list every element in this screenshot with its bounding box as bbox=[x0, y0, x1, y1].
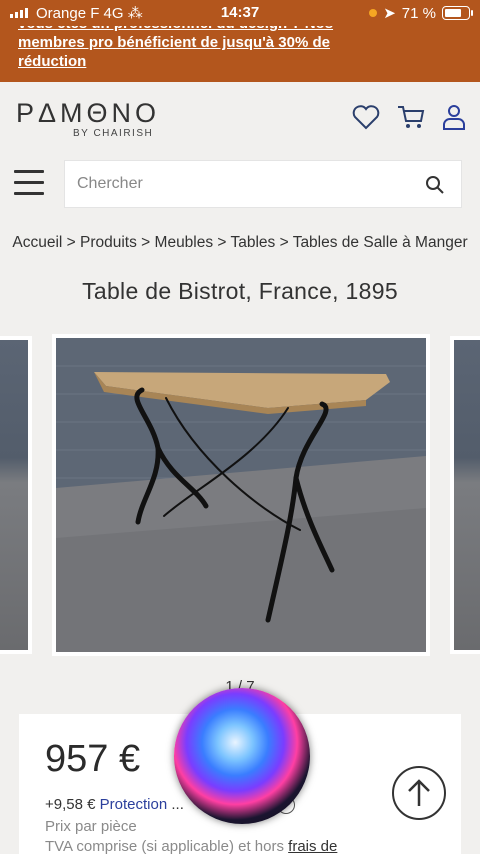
promo-line-2[interactable]: membres pro bénéficient de jusqu'à 30% d… bbox=[18, 33, 462, 52]
shipping-line: +9,58 € Protection ... bbox=[45, 796, 184, 813]
search-row bbox=[0, 158, 480, 210]
privacy-dot-icon bbox=[369, 9, 378, 17]
product-photo-image bbox=[56, 338, 426, 652]
breadcrumb[interactable]: Accueil > Produits > Meubles > Tables > … bbox=[10, 232, 470, 253]
vat-note: TVA comprise (si applicable) et hors fra… bbox=[45, 838, 337, 854]
price: 957 € bbox=[45, 738, 141, 780]
cart-icon[interactable] bbox=[396, 104, 426, 130]
vat-text: TVA comprise (si applicable) et hors bbox=[45, 838, 284, 854]
page-title: Table de Bistrot, France, 1895 bbox=[82, 278, 398, 304]
siri-orb-icon[interactable] bbox=[174, 688, 310, 824]
pamono-logo[interactable]: PΔMΘNO bbox=[16, 98, 160, 129]
shipping-fees-link[interactable]: frais de bbox=[288, 838, 337, 854]
shipping-rest: ... bbox=[171, 796, 184, 813]
battery-label: 71 % bbox=[401, 4, 436, 22]
search-input[interactable] bbox=[77, 175, 407, 193]
logo-byline: BY CHAIRISH bbox=[73, 128, 154, 139]
shipping-amount: +9,58 € bbox=[45, 796, 96, 813]
search-box[interactable] bbox=[64, 160, 462, 208]
heart-icon[interactable] bbox=[352, 104, 380, 130]
product-photo[interactable] bbox=[52, 334, 430, 656]
product-gallery[interactable] bbox=[0, 334, 480, 656]
protection-link[interactable]: Protection bbox=[100, 796, 168, 813]
prev-photo[interactable] bbox=[0, 336, 32, 654]
status-bar: Orange F 4G ⁂ 14:37 ➤ 71 % bbox=[0, 0, 480, 26]
arrow-up-icon bbox=[408, 779, 430, 806]
scroll-to-top-button[interactable] bbox=[392, 766, 446, 820]
search-icon[interactable] bbox=[425, 175, 445, 200]
battery-icon bbox=[442, 6, 473, 20]
status-right: ➤ 71 % bbox=[369, 4, 473, 22]
promo-line-3[interactable]: réduction bbox=[18, 52, 462, 71]
location-icon: ➤ bbox=[383, 5, 396, 22]
user-icon[interactable] bbox=[442, 104, 466, 130]
site-header: PΔMΘNO BY CHAIRISH bbox=[0, 82, 480, 156]
hamburger-menu-button[interactable] bbox=[14, 170, 44, 196]
header-icons bbox=[352, 104, 466, 130]
next-photo[interactable] bbox=[450, 336, 480, 654]
price-per-piece: Prix par pièce bbox=[45, 818, 137, 835]
